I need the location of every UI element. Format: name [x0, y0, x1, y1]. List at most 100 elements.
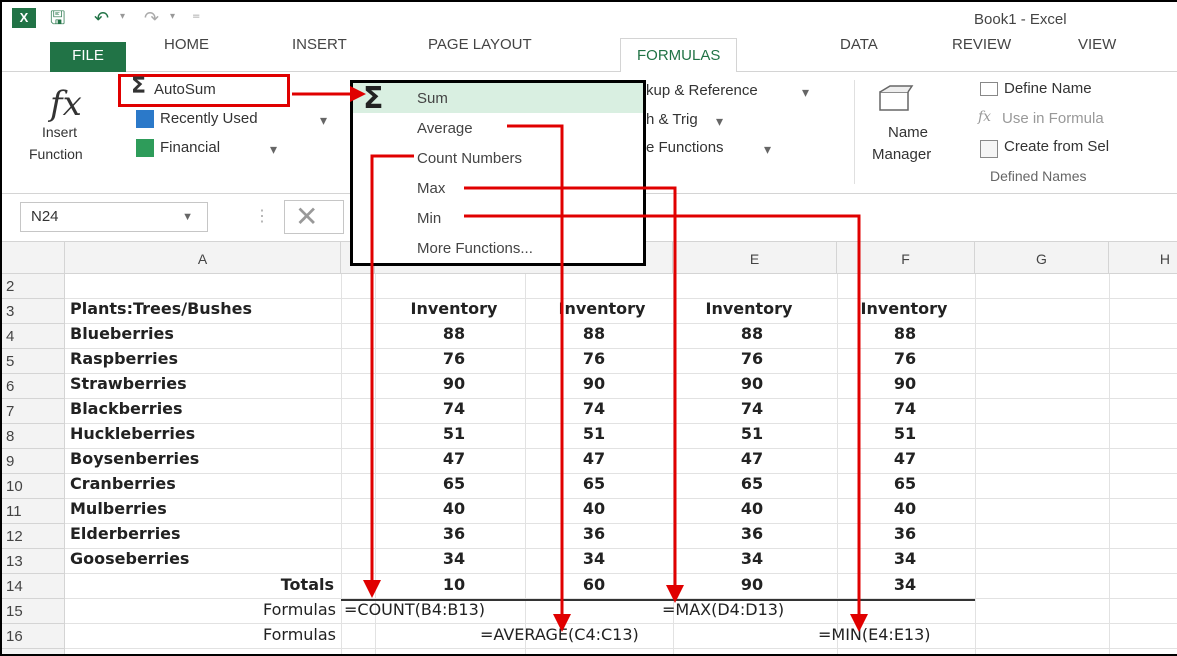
row-header[interactable]: 15: [2, 599, 65, 624]
cell-inventory-value[interactable]: 74: [845, 399, 965, 424]
cell-d3[interactable]: Inventory: [684, 299, 814, 324]
customize-toolbar-icon[interactable]: =: [192, 11, 200, 22]
menu-item-more-functions[interactable]: More Functions...: [417, 240, 533, 257]
row-header[interactable]: 16: [2, 624, 65, 649]
cell-inventory-value[interactable]: 36: [534, 524, 654, 549]
row-header[interactable]: 3: [2, 299, 65, 324]
cell-plant-name[interactable]: Boysenberries: [70, 449, 199, 474]
cell-inventory-value[interactable]: 76: [394, 349, 514, 374]
menu-item-count-numbers[interactable]: Count Numbers: [417, 150, 522, 167]
row-header[interactable]: 9: [2, 449, 65, 474]
column-header-e[interactable]: E: [673, 242, 837, 274]
tab-formulas[interactable]: FORMULAS: [620, 38, 738, 73]
cell-inventory-value[interactable]: 90: [692, 374, 812, 399]
cell-inventory-value[interactable]: 47: [534, 449, 654, 474]
cell-inventory-value[interactable]: 76: [692, 349, 812, 374]
insert-function-label-2[interactable]: Function: [29, 146, 83, 162]
cell-inventory-value[interactable]: 76: [534, 349, 654, 374]
cell-inventory-value[interactable]: 74: [692, 399, 812, 424]
math-trig-button[interactable]: h & Trig: [646, 111, 698, 128]
row-header[interactable]: 13: [2, 549, 65, 574]
name-manager-label-2[interactable]: Manager: [872, 146, 931, 163]
cell-inventory-value[interactable]: 51: [692, 424, 812, 449]
insert-function-label-1[interactable]: Insert: [42, 124, 77, 140]
cell-inventory-value[interactable]: 47: [394, 449, 514, 474]
cell-inventory-value[interactable]: 74: [394, 399, 514, 424]
use-in-formula-button[interactable]: Use in Formula: [1002, 110, 1104, 127]
cell-inventory-value[interactable]: 65: [394, 474, 514, 499]
row-header[interactable]: 14: [2, 574, 65, 599]
cancel-entry-icon[interactable]: ✕: [284, 200, 344, 234]
menu-item-max[interactable]: Max: [417, 180, 445, 197]
cell-plant-name[interactable]: Raspberries: [70, 349, 178, 374]
row-header[interactable]: 2: [2, 274, 65, 299]
row-header[interactable]: 11: [2, 499, 65, 524]
cell-plant-name[interactable]: Strawberries: [70, 374, 187, 399]
undo-dropdown-icon[interactable]: ▾: [120, 11, 125, 22]
recently-used-button[interactable]: Recently Used: [160, 110, 258, 127]
cell-inventory-value[interactable]: 34: [845, 549, 965, 574]
cell-a14[interactable]: Totals: [242, 575, 334, 600]
tab-insert[interactable]: INSERT: [292, 36, 347, 72]
row-header[interactable]: 12: [2, 524, 65, 549]
financial-dropdown-icon[interactable]: ▾: [270, 141, 277, 158]
lookup-reference-button[interactable]: kup & Reference: [646, 82, 758, 99]
name-box[interactable]: N24 ▼: [20, 202, 208, 232]
define-name-button[interactable]: Define Name: [1004, 80, 1092, 97]
cell-inventory-value[interactable]: 51: [394, 424, 514, 449]
cell-d14[interactable]: 90: [692, 575, 812, 600]
cell-plant-name[interactable]: Gooseberries: [70, 549, 189, 574]
menu-item-sum[interactable]: Sum: [417, 90, 448, 107]
row-header[interactable]: 8: [2, 424, 65, 449]
undo-icon[interactable]: ↶: [94, 9, 109, 29]
cell-c3[interactable]: Inventory: [539, 299, 665, 324]
cell-a3[interactable]: Plants:Trees/Bushes: [70, 299, 252, 324]
column-header-h[interactable]: H: [1109, 242, 1177, 274]
cell-inventory-value[interactable]: 34: [692, 549, 812, 574]
cell-inventory-value[interactable]: 76: [845, 349, 965, 374]
cell-e14[interactable]: 34: [845, 575, 965, 600]
name-manager-label-1[interactable]: Name: [888, 124, 928, 141]
cell-inventory-value[interactable]: 88: [845, 324, 965, 349]
cell-inventory-value[interactable]: 88: [394, 324, 514, 349]
cell-inventory-value[interactable]: 90: [534, 374, 654, 399]
tab-view[interactable]: VIEW: [1078, 36, 1116, 72]
cell-plant-name[interactable]: Elderberries: [70, 524, 181, 549]
row-header[interactable]: 5: [2, 349, 65, 374]
lookup-dropdown-icon[interactable]: ▾: [802, 84, 809, 101]
tab-data[interactable]: DATA: [840, 36, 878, 72]
name-box-dropdown-icon[interactable]: ▼: [182, 203, 193, 231]
cell-e16[interactable]: =MIN(E4:E13): [818, 625, 931, 650]
cell-plant-name[interactable]: Huckleberries: [70, 424, 195, 449]
column-header-g[interactable]: G: [975, 242, 1109, 274]
insert-function-icon[interactable]: fx: [50, 84, 82, 124]
cell-inventory-value[interactable]: 34: [394, 549, 514, 574]
recently-used-dropdown-icon[interactable]: ▾: [320, 112, 327, 129]
tab-file[interactable]: FILE: [50, 42, 126, 72]
financial-button[interactable]: Financial: [160, 139, 220, 156]
cell-plant-name[interactable]: Mulberries: [70, 499, 167, 524]
row-header[interactable]: 4: [2, 324, 65, 349]
cell-e3[interactable]: Inventory: [840, 299, 968, 324]
row-header[interactable]: 7: [2, 399, 65, 424]
redo-icon[interactable]: ↷: [144, 9, 159, 29]
save-icon[interactable]: 🖫: [50, 9, 65, 29]
cell-inventory-value[interactable]: 40: [845, 499, 965, 524]
math-dropdown-icon[interactable]: ▾: [716, 113, 723, 130]
cell-inventory-value[interactable]: 51: [845, 424, 965, 449]
cell-inventory-value[interactable]: 88: [534, 324, 654, 349]
column-header-a[interactable]: A: [65, 242, 341, 274]
cell-inventory-value[interactable]: 65: [845, 474, 965, 499]
cell-inventory-value[interactable]: 36: [692, 524, 812, 549]
cell-inventory-value[interactable]: 40: [534, 499, 654, 524]
cell-inventory-value[interactable]: 88: [692, 324, 812, 349]
row-header[interactable]: [2, 649, 65, 654]
cell-a15[interactable]: Formulas: [202, 600, 336, 625]
cell-b3[interactable]: Inventory: [389, 299, 519, 324]
name-manager-icon[interactable]: [876, 84, 916, 116]
cell-inventory-value[interactable]: 47: [692, 449, 812, 474]
cell-d15[interactable]: =MAX(D4:D13): [662, 600, 784, 625]
cell-a16[interactable]: Formulas: [202, 625, 336, 650]
tab-home[interactable]: HOME: [164, 36, 209, 72]
menu-item-average[interactable]: Average: [417, 120, 473, 137]
